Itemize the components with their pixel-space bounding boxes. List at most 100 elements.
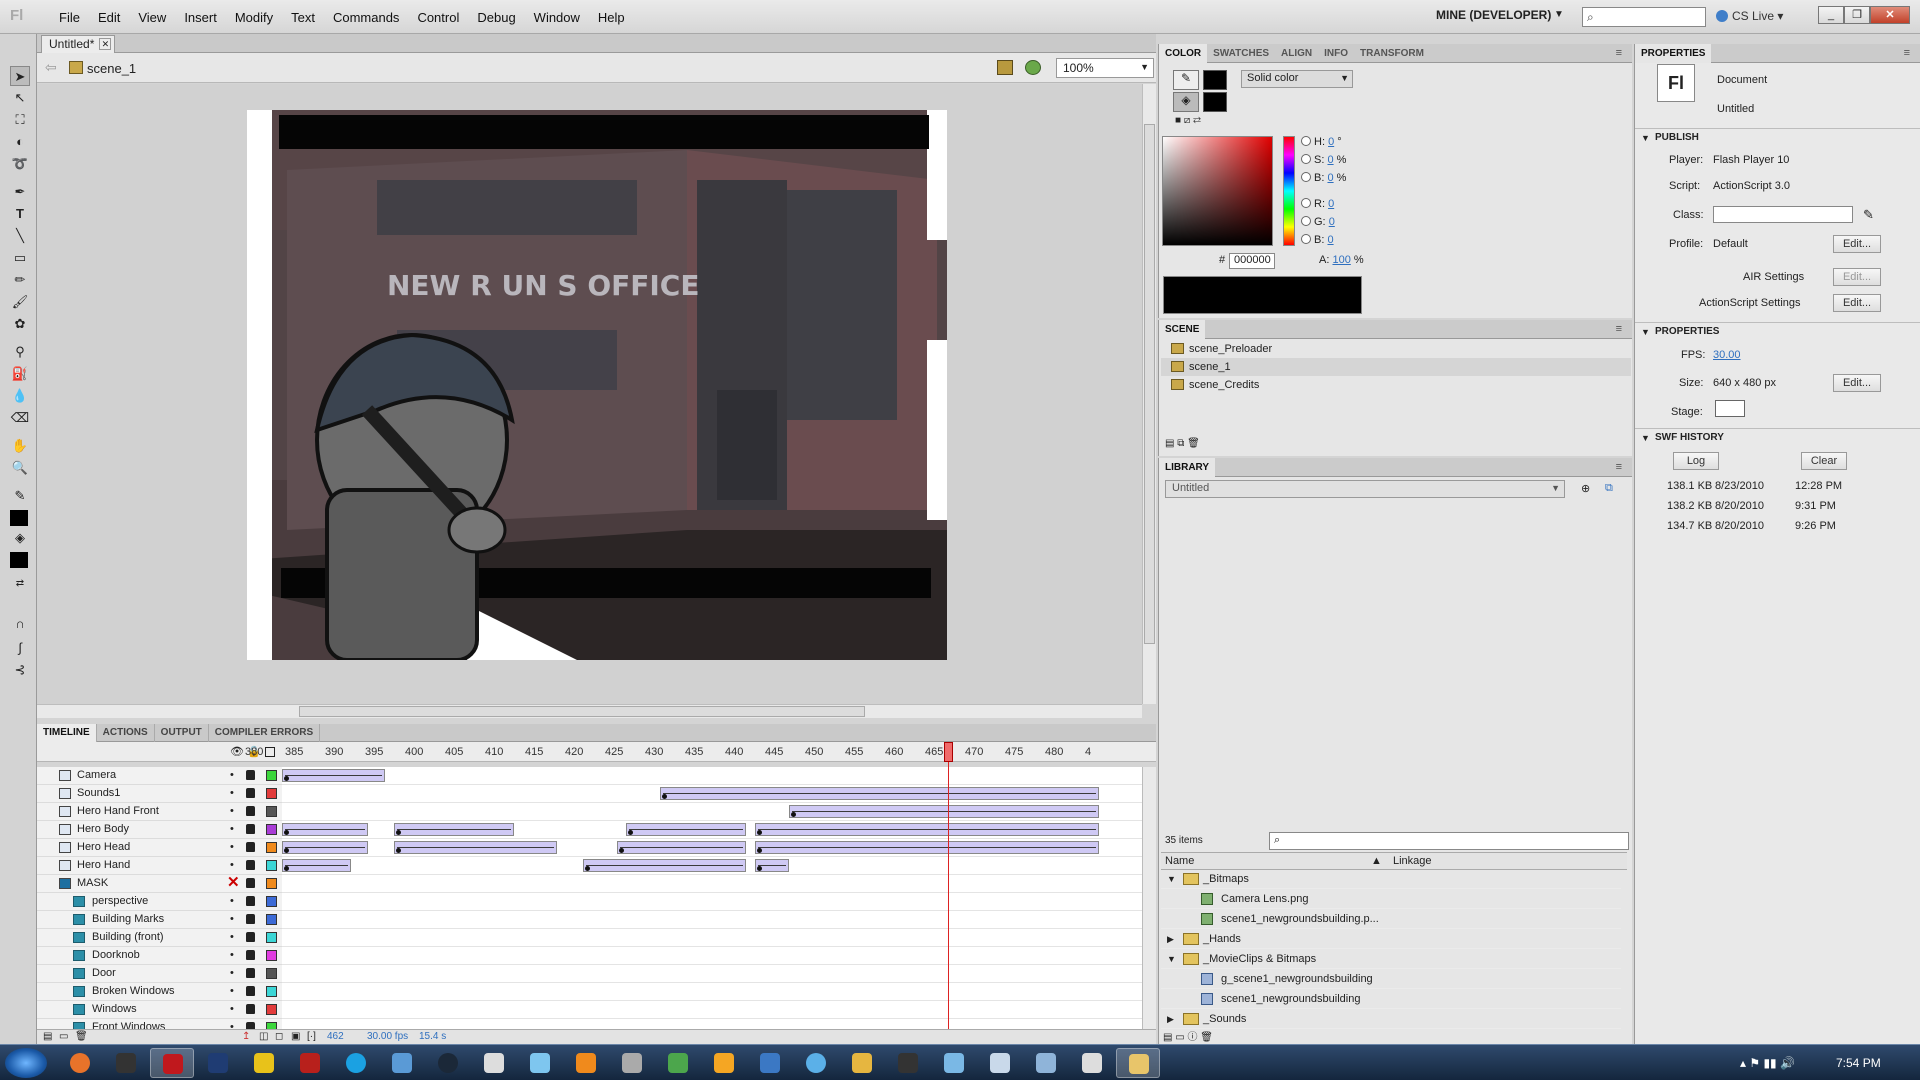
panel-menu-icon[interactable]: ≡	[1610, 458, 1628, 477]
red-value[interactable]: 0	[1328, 198, 1334, 210]
frame-row[interactable]	[282, 1019, 1142, 1029]
panel-menu-icon[interactable]: ≡	[1610, 320, 1628, 339]
layer-color-swatch[interactable]	[266, 806, 277, 817]
tab-compiler-errors[interactable]: COMPILER ERRORS	[209, 724, 321, 742]
keyframe[interactable]	[284, 866, 289, 871]
linkage-column-header[interactable]: Linkage	[1393, 853, 1432, 869]
center-frame-icon[interactable]: ↥	[242, 1031, 250, 1042]
taskbar-app[interactable]	[702, 1048, 746, 1078]
timeline-layer[interactable]: MASK ✕	[37, 874, 282, 893]
hidden-layer-icon[interactable]: ✕	[227, 874, 240, 891]
motion-tween[interactable]	[282, 859, 351, 872]
library-item[interactable]: scene1_newgroundsbuilding	[1161, 990, 1621, 1009]
menu-help[interactable]: Help	[589, 10, 634, 25]
taskbar-app[interactable]	[380, 1048, 424, 1078]
saturation-value-picker[interactable]	[1162, 136, 1273, 246]
timeline-layer[interactable]: Hero Hand •	[37, 857, 282, 875]
hand-tool-icon[interactable]: ✋	[10, 436, 30, 456]
brightness-value[interactable]: 0	[1327, 172, 1333, 184]
layer-name[interactable]: Camera	[77, 767, 116, 784]
stage-color-swatch[interactable]	[1715, 400, 1745, 417]
saturation-value[interactable]: 0	[1327, 154, 1333, 166]
lock-icon[interactable]	[246, 1004, 255, 1014]
motion-tween[interactable]	[393, 823, 515, 836]
frame-rate[interactable]: 30.00 fps	[367, 1031, 408, 1042]
frame-row[interactable]	[282, 785, 1142, 803]
fps-value[interactable]: 30.00	[1713, 349, 1741, 361]
system-tray[interactable]: ▴ ⚑ ▮▮ 🔊	[1740, 1056, 1795, 1070]
keyframe[interactable]	[395, 848, 401, 853]
layer-name[interactable]: Doorknob	[92, 947, 140, 964]
motion-tween[interactable]	[282, 823, 368, 836]
subselection-tool-icon[interactable]: ↖	[10, 88, 30, 108]
layer-name[interactable]: Door	[92, 965, 116, 982]
timeline-layer[interactable]: perspective •	[37, 893, 282, 911]
collapse-triangle-icon[interactable]: ▼	[1641, 129, 1650, 147]
keyframe[interactable]	[284, 848, 289, 853]
air-edit-button[interactable]: Edit...	[1833, 268, 1881, 286]
radio-icon[interactable]	[1301, 216, 1311, 226]
taskbar-app[interactable]	[978, 1048, 1022, 1078]
taskbar-app[interactable]	[794, 1048, 838, 1078]
lock-icon[interactable]	[246, 914, 255, 924]
frame-row[interactable]	[282, 965, 1142, 983]
delete-layer-icon[interactable]: 🗑	[75, 1031, 88, 1042]
layer-name[interactable]: Hero Body	[77, 821, 129, 838]
tab-info[interactable]: INFO	[1318, 44, 1354, 63]
radio-icon[interactable]	[1301, 172, 1311, 182]
lock-icon[interactable]	[246, 770, 255, 780]
layer-color-swatch[interactable]	[266, 878, 277, 889]
library-item[interactable]: g_scene1_newgroundsbuilding	[1161, 970, 1621, 989]
lock-icon[interactable]	[246, 860, 255, 870]
menu-window[interactable]: Window	[525, 10, 589, 25]
visibility-dot-icon[interactable]: •	[230, 893, 234, 910]
zoom-tool-icon[interactable]: 🔍	[10, 458, 30, 478]
lock-icon[interactable]	[246, 788, 255, 798]
library-item[interactable]: scene1_newgroundsbuilding.p...	[1161, 910, 1621, 929]
layer-name[interactable]: Building Marks	[92, 911, 164, 928]
taskbar-app[interactable]	[472, 1048, 516, 1078]
tab-output[interactable]: OUTPUT	[155, 724, 209, 742]
tab-transform[interactable]: TRANSFORM	[1354, 44, 1430, 63]
motion-tween[interactable]	[789, 805, 1099, 818]
taskbar-app[interactable]	[518, 1048, 562, 1078]
frame-row[interactable]	[282, 857, 1142, 875]
frame-row[interactable]	[282, 839, 1142, 857]
restore-button[interactable]: ❐	[1844, 6, 1870, 24]
lock-icon[interactable]	[246, 806, 255, 816]
layer-name[interactable]: Front Windows	[92, 1019, 165, 1029]
lock-icon[interactable]	[246, 986, 255, 996]
lasso-tool-icon[interactable]: ➰	[10, 154, 30, 174]
menu-debug[interactable]: Debug	[468, 10, 524, 25]
timeline-layer[interactable]: Hero Head •	[37, 839, 282, 857]
deco-tool-icon[interactable]: ✿	[10, 314, 30, 334]
tab-align[interactable]: ALIGN	[1275, 44, 1318, 63]
workspace-switcher[interactable]: MINE (DEVELOPER)	[1436, 8, 1551, 22]
tab-timeline[interactable]: TIMELINE	[37, 724, 97, 742]
straighten-icon[interactable]: ⊰	[10, 660, 30, 680]
expand-triangle-icon[interactable]: ▼	[1167, 870, 1176, 888]
lock-icon[interactable]	[246, 842, 255, 852]
taskbar-steam[interactable]	[426, 1048, 470, 1078]
tab-color[interactable]: COLOR	[1159, 44, 1208, 63]
stroke-icon[interactable]: ✎	[1173, 70, 1199, 90]
onion-skin-icon[interactable]: ◫	[259, 1031, 268, 1042]
visibility-dot-icon[interactable]: •	[230, 821, 234, 838]
timeline-layer[interactable]: Building (front) •	[37, 929, 282, 947]
hex-input[interactable]: 000000	[1229, 253, 1275, 269]
lock-icon[interactable]	[246, 824, 255, 834]
frame-row[interactable]	[282, 911, 1142, 929]
new-folder-icon[interactable]: ▭	[59, 1031, 68, 1042]
taskbar-firefox[interactable]	[58, 1048, 102, 1078]
taskbar-vlc[interactable]	[564, 1048, 608, 1078]
visibility-dot-icon[interactable]: •	[230, 767, 234, 784]
keyframe[interactable]	[619, 848, 625, 853]
lock-icon[interactable]	[246, 1022, 255, 1029]
keyframe[interactable]	[628, 830, 633, 835]
selection-tool-icon[interactable]: ➤	[10, 66, 30, 86]
motion-tween[interactable]	[755, 841, 1099, 854]
radio-icon[interactable]	[1301, 136, 1311, 146]
edit-scene-icon[interactable]	[997, 60, 1013, 75]
stage-vertical-scrollbar[interactable]	[1142, 84, 1156, 704]
visibility-dot-icon[interactable]: •	[230, 1019, 234, 1029]
